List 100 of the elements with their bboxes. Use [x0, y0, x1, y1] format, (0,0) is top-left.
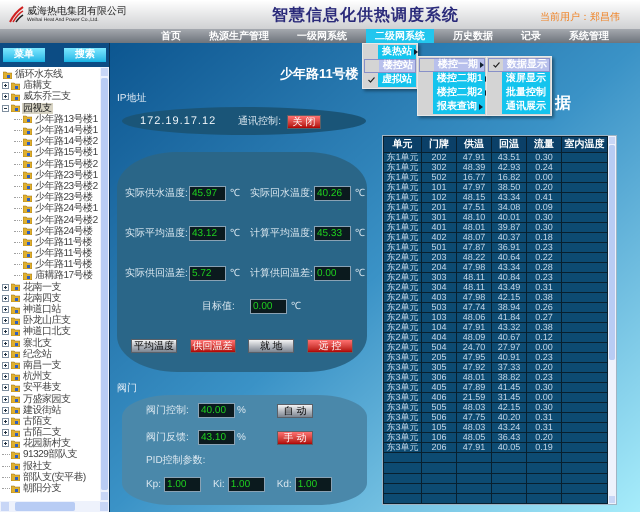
tree-item[interactable]: 威东乔三支 [22, 91, 72, 102]
plus-icon[interactable] [2, 93, 9, 100]
toggle-button[interactable]: 手 动 [277, 430, 313, 444]
tree-item[interactable]: 花园新村支 [22, 438, 72, 450]
tree-item[interactable]: 少年路14号楼1 [34, 125, 99, 136]
toggle-button[interactable]: 平均温度 [131, 339, 177, 353]
table-cell: 东2单元 [384, 342, 422, 353]
plus-icon[interactable] [2, 396, 9, 403]
tree-item[interactable]: 万盛家园支 [22, 394, 72, 405]
table-cell: 东3单元 [384, 372, 422, 383]
tree-item[interactable]: 91329部队支 [22, 449, 78, 460]
plus-icon[interactable] [2, 373, 9, 380]
value-field[interactable]: 1.00 [228, 477, 265, 492]
value-field[interactable]: 1.00 [164, 477, 202, 492]
scrollbar[interactable] [100, 67, 109, 501]
table-header-cell: 回温 [492, 136, 526, 152]
folder-icon [11, 339, 20, 348]
table-cell: 103 [422, 312, 456, 323]
toggle-button[interactable]: 关 闭 [287, 115, 322, 129]
plus-icon[interactable] [2, 440, 9, 448]
value-field[interactable]: 45.33 [314, 226, 351, 240]
plus-icon[interactable] [2, 350, 9, 358]
minus-icon[interactable] [2, 104, 9, 112]
value-field[interactable]: 0.00 [314, 266, 351, 280]
tree-item[interactable]: 少年路24号楼1 [34, 203, 99, 214]
tree-item[interactable]: 少年路24号楼 [34, 226, 94, 237]
tree-item[interactable]: 安平巷支 [22, 382, 62, 394]
tree-item[interactable]: 建设街站 [22, 404, 62, 416]
tree-item[interactable]: 少年路14号楼2 [34, 136, 99, 148]
table-cell: 0.30 [526, 152, 562, 163]
scrollbar[interactable] [608, 136, 616, 504]
tree-item[interactable]: 少年路15号楼2 [34, 158, 99, 170]
tree-item[interactable]: 少年路11号楼 [34, 248, 93, 260]
tree-item[interactable]: 庙耩路17号楼 [34, 270, 94, 282]
tree-item[interactable]: 少年路23号楼1 [34, 170, 99, 181]
tree-item[interactable]: 部队支(安平巷) [22, 472, 87, 483]
table-cell: 0.41 [526, 192, 562, 203]
tree-item[interactable]: 卧龙山庄支 [22, 315, 72, 326]
table-cell: 0.38 [526, 292, 562, 303]
value-field[interactable]: 5.72 [189, 266, 226, 280]
toggle-button[interactable]: 远 控 [306, 339, 353, 353]
plus-icon[interactable] [2, 328, 9, 336]
plus-icon[interactable] [2, 294, 9, 302]
tree-item[interactable]: 少年路23号楼2 [34, 180, 99, 192]
tree-item[interactable]: 庙耩支 [22, 80, 52, 92]
tree-item[interactable]: 园视支 [22, 102, 52, 114]
plus-icon[interactable] [2, 306, 9, 314]
tree-item[interactable]: 花南四支 [22, 292, 62, 304]
folder-icon [11, 473, 20, 482]
table-cell: 0.18 [526, 232, 562, 243]
tree-item[interactable]: 杭州支 [22, 371, 52, 382]
tree-item[interactable]: 神道口站 [22, 304, 62, 316]
table-cell: 43.32 [492, 322, 526, 333]
plus-icon[interactable] [2, 82, 9, 90]
plus-icon[interactable] [2, 340, 9, 347]
table-cell: 东3单元 [384, 352, 422, 363]
tree-item[interactable]: 循环水东线 [14, 69, 64, 80]
tree-item[interactable]: 少年路11号楼 [34, 259, 93, 270]
plus-icon[interactable] [2, 418, 9, 425]
toggle-button[interactable]: 就 地 [248, 339, 294, 353]
table-cell: 39.87 [492, 222, 526, 233]
value-field[interactable]: 43.12 [189, 226, 226, 240]
plus-icon[interactable] [2, 429, 9, 436]
plus-icon[interactable] [2, 384, 9, 392]
value-field[interactable]: 40.00 [198, 403, 235, 418]
tree-item[interactable]: 朝阳分支 [22, 483, 62, 494]
scrollbar[interactable] [0, 501, 109, 512]
tree-item[interactable]: 古陌二支 [22, 427, 62, 438]
plus-icon[interactable] [2, 362, 9, 369]
folder-icon [23, 138, 32, 146]
tree-item[interactable]: 少年路11号楼 [34, 236, 93, 248]
field-label: 阀门控制: [146, 404, 190, 418]
tree-item[interactable]: 南昌一支 [22, 360, 62, 371]
tree-item[interactable]: 报社支 [22, 460, 52, 472]
value-field[interactable]: 0.00 [250, 298, 287, 314]
value-field[interactable]: 43.10 [198, 430, 235, 445]
table-cell: 503 [422, 302, 456, 313]
tree-item[interactable]: 少年路13号楼1 [34, 114, 99, 125]
value-field[interactable]: 1.00 [294, 477, 332, 492]
tree-item[interactable]: 寨北支 [22, 338, 52, 349]
table-cell: 0.31 [526, 422, 562, 433]
plus-icon[interactable] [2, 317, 9, 324]
tree-item[interactable]: 花南一支 [22, 282, 62, 293]
table-cell: 47.87 [456, 242, 492, 253]
field-label: 实际回水温度: [250, 186, 314, 200]
toggle-button[interactable]: 供回温差 [190, 339, 236, 353]
plus-icon[interactable] [2, 406, 9, 414]
tree-item[interactable]: 少年路15号楼1 [34, 147, 99, 158]
tree-item[interactable]: 神道口北支 [22, 326, 72, 338]
tree-item[interactable]: 少年路24号楼2 [34, 214, 99, 226]
toggle-button[interactable]: 自 动 [277, 404, 313, 418]
folder-icon [3, 70, 12, 79]
tree-item[interactable]: 纪念站 [22, 348, 52, 360]
plus-icon[interactable] [2, 284, 9, 291]
table-cell: 48.10 [456, 212, 492, 223]
tree-item[interactable]: 少年路23号楼 [34, 192, 94, 204]
value-field[interactable]: 40.26 [314, 186, 351, 200]
tree-item[interactable]: 古陌支 [22, 416, 52, 427]
table-cell: 东1单元 [384, 202, 422, 213]
value-field[interactable]: 45.97 [189, 186, 226, 200]
